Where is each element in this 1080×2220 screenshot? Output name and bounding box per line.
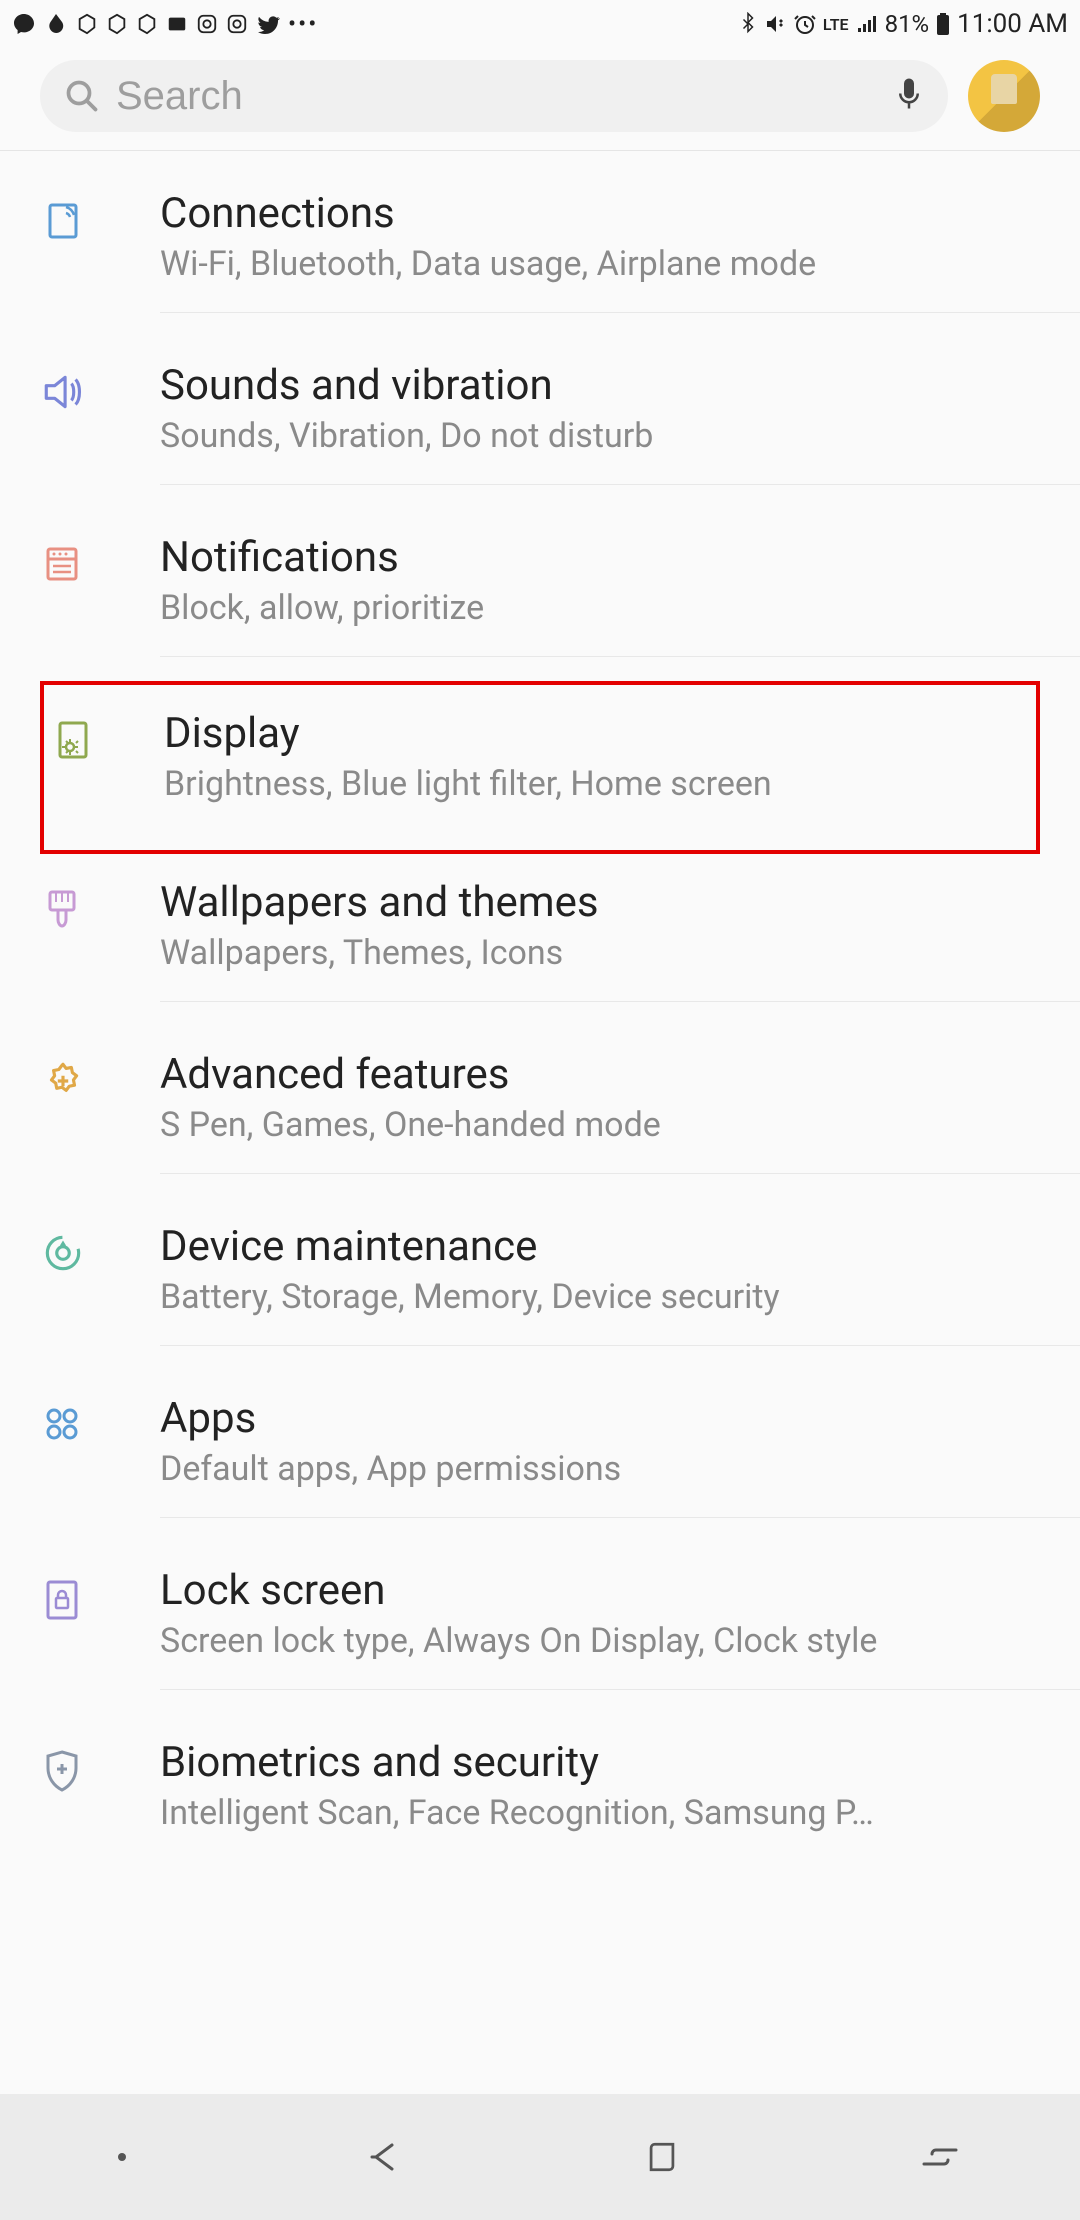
settings-item-display[interactable]: Display Brightness, Blue light filter, H… bbox=[44, 685, 1036, 850]
item-title: Device maintenance bbox=[160, 1222, 1060, 1271]
item-subtitle: Wi-Fi, Bluetooth, Data usage, Airplane m… bbox=[160, 244, 1060, 284]
twitter-icon bbox=[256, 12, 280, 36]
item-title: Display bbox=[164, 709, 1016, 758]
drop-icon bbox=[44, 12, 68, 36]
item-subtitle: Intelligent Scan, Face Recognition, Sams… bbox=[160, 1793, 1060, 1833]
notifications-icon bbox=[40, 533, 160, 585]
search-box[interactable] bbox=[40, 60, 948, 132]
gear-plus-icon bbox=[40, 1050, 160, 1104]
item-subtitle: Battery, Storage, Memory, Device securit… bbox=[160, 1277, 1060, 1317]
connections-icon bbox=[40, 189, 160, 241]
signal-icon bbox=[855, 12, 879, 36]
settings-item-apps[interactable]: Apps Default apps, App permissions bbox=[0, 1370, 1080, 1542]
item-title: Biometrics and security bbox=[160, 1738, 1060, 1787]
speaker-icon bbox=[40, 361, 160, 415]
item-title: Advanced features bbox=[160, 1050, 1060, 1099]
item-subtitle: Sounds, Vibration, Do not disturb bbox=[160, 416, 1060, 456]
settings-item-device-maintenance[interactable]: Device maintenance Battery, Storage, Mem… bbox=[0, 1198, 1080, 1370]
battery-label: 81% bbox=[885, 10, 930, 38]
status-notifications-icons: ••• bbox=[12, 10, 318, 38]
item-title: Notifications bbox=[160, 533, 1060, 582]
item-subtitle: Screen lock type, Always On Display, Clo… bbox=[160, 1621, 1060, 1661]
item-title: Sounds and vibration bbox=[160, 361, 1060, 410]
home-button[interactable] bbox=[642, 2137, 682, 2177]
nav-dot bbox=[118, 2153, 126, 2161]
brush-icon bbox=[40, 878, 160, 934]
search-row bbox=[0, 48, 1080, 151]
battery-icon bbox=[935, 12, 951, 36]
hex-icon bbox=[136, 13, 158, 35]
instagram-icon bbox=[226, 13, 248, 35]
item-title: Wallpapers and themes bbox=[160, 878, 1060, 927]
mic-icon[interactable] bbox=[894, 76, 924, 116]
instagram-icon bbox=[196, 13, 218, 35]
status-system-icons: LTE 81% 11:00 AM bbox=[739, 9, 1068, 39]
status-bar: ••• LTE 81% 11:00 AM bbox=[0, 0, 1080, 48]
settings-item-advanced[interactable]: Advanced features S Pen, Games, One-hand… bbox=[0, 1026, 1080, 1198]
bluetooth-icon bbox=[739, 12, 757, 36]
shield-icon bbox=[40, 1738, 160, 1794]
item-title: Apps bbox=[160, 1394, 1060, 1443]
apps-icon bbox=[40, 1394, 160, 1446]
lock-icon bbox=[40, 1566, 160, 1622]
item-subtitle: Block, allow, prioritize bbox=[160, 588, 1060, 628]
highlight-display: Display Brightness, Blue light filter, H… bbox=[40, 681, 1040, 854]
item-title: Lock screen bbox=[160, 1566, 1060, 1615]
item-title: Connections bbox=[160, 189, 1060, 238]
item-subtitle: Wallpapers, Themes, Icons bbox=[160, 933, 1060, 973]
time-label: 11:00 AM bbox=[957, 9, 1068, 39]
network-label: LTE bbox=[823, 15, 849, 34]
settings-item-biometrics[interactable]: Biometrics and security Intelligent Scan… bbox=[0, 1714, 1080, 1885]
navigation-bar bbox=[0, 2094, 1080, 2220]
item-subtitle: Brightness, Blue light filter, Home scre… bbox=[164, 764, 1016, 804]
settings-item-connections[interactable]: Connections Wi-Fi, Bluetooth, Data usage… bbox=[0, 165, 1080, 337]
hex-icon bbox=[76, 13, 98, 35]
display-icon bbox=[44, 709, 164, 761]
search-icon bbox=[64, 78, 100, 114]
settings-item-lock-screen[interactable]: Lock screen Screen lock type, Always On … bbox=[0, 1542, 1080, 1714]
settings-item-wallpapers[interactable]: Wallpapers and themes Wallpapers, Themes… bbox=[0, 854, 1080, 1026]
item-subtitle: S Pen, Games, One-handed mode bbox=[160, 1105, 1060, 1145]
maintenance-icon bbox=[40, 1222, 160, 1276]
settings-list: Connections Wi-Fi, Bluetooth, Data usage… bbox=[0, 151, 1080, 2094]
news-icon bbox=[166, 13, 188, 35]
settings-item-sounds[interactable]: Sounds and vibration Sounds, Vibration, … bbox=[0, 337, 1080, 509]
search-input[interactable] bbox=[116, 74, 894, 119]
hex-icon bbox=[106, 13, 128, 35]
settings-item-notifications[interactable]: Notifications Block, allow, prioritize bbox=[0, 509, 1080, 681]
mute-icon bbox=[763, 12, 787, 36]
messenger-icon bbox=[12, 12, 36, 36]
alarm-icon bbox=[793, 12, 817, 36]
item-subtitle: Default apps, App permissions bbox=[160, 1449, 1060, 1489]
recents-button[interactable] bbox=[918, 2140, 962, 2174]
more-icon: ••• bbox=[288, 10, 318, 38]
avatar[interactable] bbox=[968, 60, 1040, 132]
back-button[interactable] bbox=[362, 2135, 406, 2179]
